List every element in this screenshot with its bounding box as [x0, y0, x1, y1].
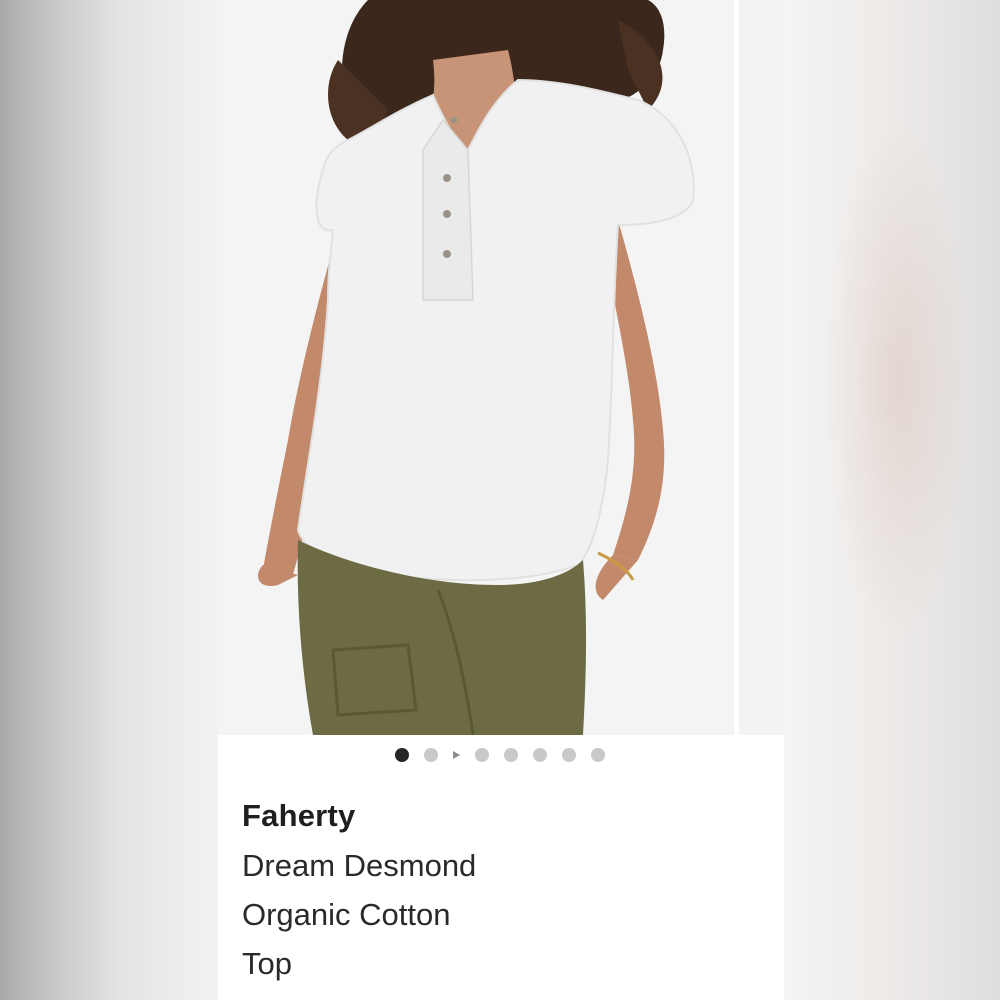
play-icon[interactable]	[453, 751, 460, 759]
product-name-line-2[interactable]: Organic Cotton	[242, 897, 451, 933]
model-photo	[218, 0, 734, 735]
product-card: Faherty Dream Desmond Organic Cotton Top	[218, 0, 784, 1000]
product-image[interactable]	[218, 0, 734, 735]
carousel-dot-4[interactable]	[504, 748, 518, 762]
blurred-background-right	[784, 0, 1000, 1000]
carousel-pager	[218, 746, 784, 764]
carousel-dot-3[interactable]	[475, 748, 489, 762]
product-name-line-3[interactable]: Top	[242, 946, 292, 982]
blurred-background-left	[0, 0, 218, 1000]
carousel-dot-1[interactable]	[395, 748, 409, 762]
carousel-dot-7[interactable]	[591, 748, 605, 762]
carousel-dot-6[interactable]	[562, 748, 576, 762]
carousel-dot-5[interactable]	[533, 748, 547, 762]
brand-name[interactable]: Faherty	[242, 798, 355, 834]
carousel-dot-2[interactable]	[424, 748, 438, 762]
next-image-peek[interactable]	[738, 0, 784, 735]
product-name-line-1[interactable]: Dream Desmond	[242, 848, 476, 884]
